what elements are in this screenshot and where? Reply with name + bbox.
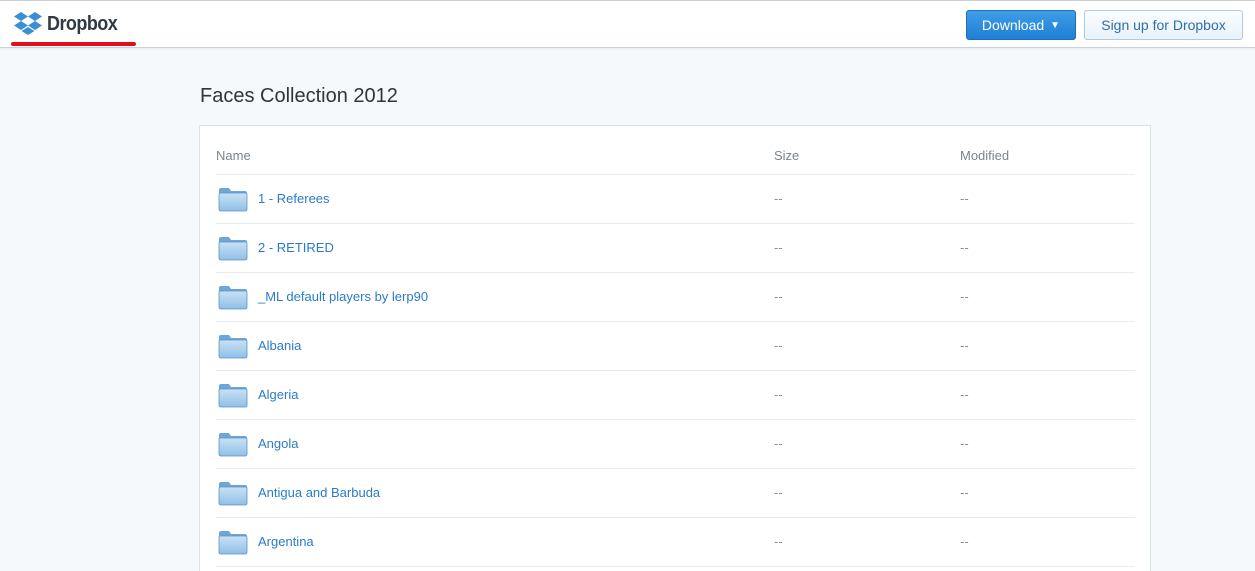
size-value: -- [774,436,783,451]
folder-name-link[interactable]: 1 - Referees [258,191,330,206]
folder-name-link[interactable]: Antigua and Barbuda [258,485,380,500]
dropbox-logo-icon [13,11,43,37]
folder-name-link[interactable]: Angola [258,436,298,451]
modified-value: -- [960,240,969,255]
table-row[interactable]: 1 - Referees -- -- [216,175,1135,224]
folder-icon [218,186,248,217]
top-bar: Dropbox Download ▼ Sign up for Dropbox [0,0,1255,48]
folder-icon [218,333,248,364]
modified-value: -- [960,436,969,451]
folder-icon [218,431,248,462]
size-value: -- [774,240,783,255]
page-title: Faces Collection 2012 [200,85,398,107]
table-row[interactable]: Antigua and Barbuda -- -- [216,469,1135,518]
table-row[interactable]: Argentina -- -- [216,518,1135,567]
modified-value: -- [960,387,969,402]
modified-value: -- [960,338,969,353]
size-value: -- [774,338,783,353]
modified-value: -- [960,191,969,206]
folder-name-link[interactable]: Algeria [258,387,298,402]
size-value: -- [774,534,783,549]
folder-icon [218,284,248,315]
modified-value: -- [960,485,969,500]
logo-highlight-underline [11,42,136,46]
folder-icon [218,480,248,511]
table-row[interactable]: Algeria -- -- [216,371,1135,420]
caret-down-icon: ▼ [1050,19,1061,31]
logo-text: Dropbox [47,12,118,35]
table-row[interactable]: Angola -- -- [216,420,1135,469]
size-value: -- [774,191,783,206]
size-value: -- [774,387,783,402]
folder-name-link[interactable]: _ML default players by lerp90 [258,289,428,304]
folder-name-link[interactable]: Argentina [258,534,314,549]
table-row[interactable]: 2 - RETIRED -- -- [216,224,1135,273]
folder-icon [218,382,248,413]
file-list-panel: Name Size Modified 1 - Referees -- -- 2 - R… [199,125,1151,571]
folder-name-link[interactable]: Albania [258,338,301,353]
column-header-modified[interactable]: Modified [960,148,1009,163]
modified-value: -- [960,289,969,304]
folder-name-link[interactable]: 2 - RETIRED [258,240,334,255]
column-header-size[interactable]: Size [774,148,799,163]
download-button[interactable]: Download ▼ [966,10,1076,40]
table-row[interactable]: Albania -- -- [216,322,1135,371]
table-row[interactable]: _ML default players by lerp90 -- -- [216,273,1135,322]
modified-value: -- [960,534,969,549]
folder-icon [218,529,248,560]
download-label: Download [981,17,1045,33]
size-value: -- [774,485,783,500]
signup-button[interactable]: Sign up for Dropbox [1084,10,1243,40]
folder-icon [218,235,248,266]
dropbox-logo[interactable]: Dropbox [13,10,125,38]
size-value: -- [774,289,783,304]
column-header-name[interactable]: Name [216,148,251,163]
